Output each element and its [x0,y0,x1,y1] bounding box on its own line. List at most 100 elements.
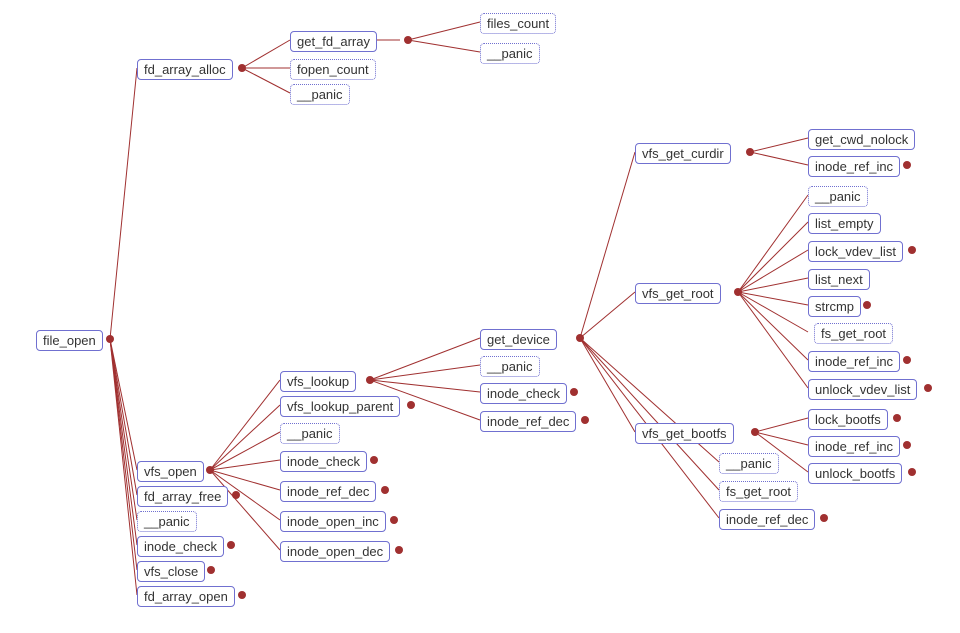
label: inode_ref_inc [815,354,893,369]
label: vfs_get_root [642,286,714,301]
hub-dot [238,64,246,72]
node-vfs_lookup_parent[interactable]: vfs_lookup_parent [280,396,400,417]
node-unlock_bootfs[interactable]: unlock_bootfs [808,463,902,484]
node-files_count[interactable]: files_count [480,13,556,34]
node-get_fd_array[interactable]: get_fd_array [290,31,377,52]
node-fopen_count[interactable]: fopen_count [290,59,376,80]
hub-dot [106,335,114,343]
label: __panic [297,87,343,102]
hub-dot [903,161,911,169]
node-inode_open_dec[interactable]: inode_open_dec [280,541,390,562]
hub-dot [863,301,871,309]
node-vfs_close[interactable]: vfs_close [137,561,205,582]
hub-dot [576,334,584,342]
label: fopen_count [297,62,369,77]
node-panic[interactable]: __panic [137,511,197,532]
node-inode_ref_inc[interactable]: inode_ref_inc [808,351,900,372]
node-lock_bootfs[interactable]: lock_bootfs [808,409,888,430]
label: strcmp [815,299,854,314]
node-get_cwd_nolock[interactable]: get_cwd_nolock [808,129,915,150]
node-fd_array_free[interactable]: fd_array_free [137,486,228,507]
node-panic[interactable]: __panic [480,43,540,64]
label: __panic [487,359,533,374]
node-inode_open_inc[interactable]: inode_open_inc [280,511,386,532]
hub-dot [746,148,754,156]
hub-dot [404,36,412,44]
node-inode_ref_inc[interactable]: inode_ref_inc [808,436,900,457]
node-panic[interactable]: __panic [480,356,540,377]
node-file_open[interactable]: file_open [36,330,103,351]
label: list_next [815,272,863,287]
node-vfs_lookup[interactable]: vfs_lookup [280,371,356,392]
hub-dot [232,491,240,499]
node-panic[interactable]: __panic [719,453,779,474]
label: fd_array_free [144,489,221,504]
node-inode_ref_dec[interactable]: inode_ref_dec [719,509,815,530]
hub-dot [207,566,215,574]
label: vfs_get_bootfs [642,426,727,441]
hub-dot [227,541,235,549]
node-lock_vdev_list[interactable]: lock_vdev_list [808,241,903,262]
node-vfs_get_curdir[interactable]: vfs_get_curdir [635,143,731,164]
node-panic[interactable]: __panic [280,423,340,444]
label: fs_get_root [821,326,886,341]
node-inode_check[interactable]: inode_check [137,536,224,557]
label: lock_bootfs [815,412,881,427]
hub-dot [570,388,578,396]
label: __panic [144,514,190,529]
node-fd_array_open[interactable]: fd_array_open [137,586,235,607]
label: __panic [726,456,772,471]
label: inode_ref_dec [287,484,369,499]
label: vfs_get_curdir [642,146,724,161]
label: inode_check [487,386,560,401]
hub-dot [908,246,916,254]
label: inode_check [144,539,217,554]
label: inode_ref_inc [815,159,893,174]
hub-dot [893,414,901,422]
node-inode_check[interactable]: inode_check [480,383,567,404]
node-get_device[interactable]: get_device [480,329,557,350]
label: __panic [487,46,533,61]
node-panic[interactable]: __panic [808,186,868,207]
node-inode_ref_dec[interactable]: inode_ref_dec [480,411,576,432]
node-fs_get_root[interactable]: fs_get_root [719,481,798,502]
node-inode_ref_dec[interactable]: inode_ref_dec [280,481,376,502]
hub-dot [206,466,214,474]
node-vfs_open[interactable]: vfs_open [137,461,204,482]
node-unlock_vdev_list[interactable]: unlock_vdev_list [808,379,917,400]
label: inode_check [287,454,360,469]
hub-dot [903,356,911,364]
label: inode_open_inc [287,514,379,529]
label: get_cwd_nolock [815,132,908,147]
node-inode_ref_inc[interactable]: inode_ref_inc [808,156,900,177]
label: lock_vdev_list [815,244,896,259]
label: get_fd_array [297,34,370,49]
label: fs_get_root [726,484,791,499]
node-fs_get_root[interactable]: fs_get_root [814,323,893,344]
label: vfs_open [144,464,197,479]
node-fd_array_alloc[interactable]: fd_array_alloc [137,59,233,80]
node-list_next[interactable]: list_next [808,269,870,290]
node-list_empty[interactable]: list_empty [808,213,881,234]
hub-dot [370,456,378,464]
label: inode_ref_inc [815,439,893,454]
hub-dot [751,428,759,436]
node-panic[interactable]: __panic [290,84,350,105]
hub-dot [407,401,415,409]
node-vfs_get_bootfs[interactable]: vfs_get_bootfs [635,423,734,444]
label: __panic [815,189,861,204]
label: inode_open_dec [287,544,383,559]
label: get_device [487,332,550,347]
label: unlock_bootfs [815,466,895,481]
label: fd_array_alloc [144,62,226,77]
node-strcmp[interactable]: strcmp [808,296,861,317]
hub-dot [734,288,742,296]
hub-dot [581,416,589,424]
node-inode_check[interactable]: inode_check [280,451,367,472]
label: list_empty [815,216,874,231]
hub-dot [390,516,398,524]
label: fd_array_open [144,589,228,604]
hub-dot [381,486,389,494]
node-vfs_get_root[interactable]: vfs_get_root [635,283,721,304]
hub-dot [820,514,828,522]
